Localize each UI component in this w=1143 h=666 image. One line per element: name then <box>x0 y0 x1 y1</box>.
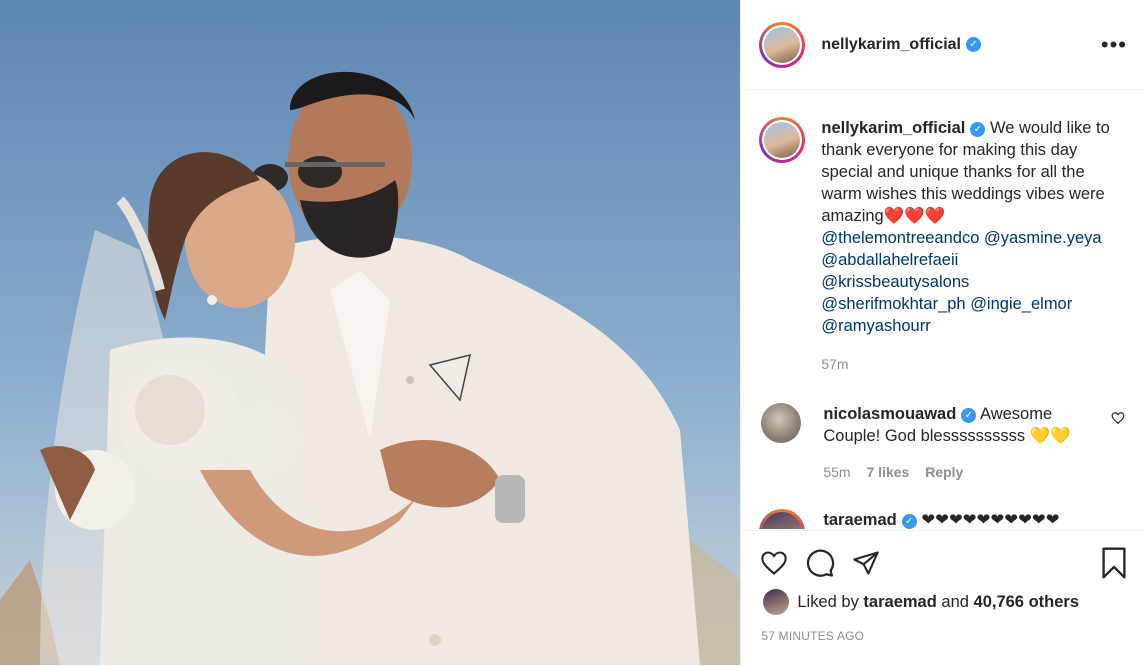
verified-icon: ✓ <box>970 122 986 137</box>
mention-link[interactable]: @krissbeautysalons <box>821 273 969 291</box>
more-icon[interactable]: ••• <box>1101 32 1127 58</box>
caption-username[interactable]: nellykarim_official <box>821 119 965 137</box>
verified-icon: ✓ <box>961 408 977 423</box>
avatar[interactable] <box>759 21 806 68</box>
caption-text-block: nellykarim_official ✓ We would like to th… <box>821 117 1127 375</box>
mention-link[interactable]: @thelemontreeandco <box>821 229 979 247</box>
post-header: nellykarim_official ✓ ••• <box>741 0 1143 90</box>
comment-meta: 55m 7 likes Reply <box>823 461 1093 483</box>
verified-icon: ✓ <box>965 37 981 52</box>
caption: nellykarim_official ✓ We would like to th… <box>741 91 1143 375</box>
mention-link[interactable]: @abdallahelrefaeii <box>821 251 958 269</box>
wedding-photo-illustration <box>0 0 741 665</box>
posted-time[interactable]: 57 MINUTES AGO <box>741 615 1143 643</box>
liked-by-prefix: Liked by <box>797 592 859 611</box>
comment-username[interactable]: nicolasmouawad <box>823 405 956 423</box>
comment-likes[interactable]: 7 likes <box>866 464 909 480</box>
liked-by: Liked by taraemad and 40,766 others <box>741 581 1143 615</box>
mention-link[interactable]: @sherifmokhtar_ph <box>821 295 965 313</box>
comment-time[interactable]: 55m <box>823 464 850 480</box>
caption-avatar[interactable] <box>759 117 806 163</box>
caption-time[interactable]: 57m <box>821 353 1127 375</box>
author-username[interactable]: nellykarim_official <box>821 36 961 54</box>
post-actions: Liked by taraemad and 40,766 others 57 M… <box>741 530 1143 666</box>
liker-avatar[interactable] <box>763 589 790 615</box>
comment-item: taraemad ✓ ❤❤❤❤❤❤❤❤❤❤ <box>741 509 1143 529</box>
comment-item: nicolasmouawad ✓ Awesome Couple! God bles… <box>741 403 1143 483</box>
comment-text-block: taraemad ✓ ❤❤❤❤❤❤❤❤❤❤ <box>823 509 1093 529</box>
heart-icon[interactable] <box>759 549 789 577</box>
reply-button[interactable]: Reply <box>925 464 963 480</box>
comment-username[interactable]: taraemad <box>823 511 896 529</box>
comment-icon[interactable] <box>805 548 835 578</box>
bookmark-icon[interactable] <box>1101 547 1127 579</box>
post-side-panel: nellykarim_official ✓ ••• nellykarim_off… <box>740 0 1143 665</box>
comment-text: ❤❤❤❤❤❤❤❤❤❤ <box>921 511 1060 529</box>
liked-by-others[interactable]: 40,766 others <box>974 593 1079 612</box>
verified-icon: ✓ <box>901 514 917 529</box>
yellow-hearts-emoji: 💛💛 <box>1029 427 1071 445</box>
post-photo[interactable] <box>0 0 741 665</box>
share-icon[interactable] <box>851 549 881 577</box>
commenter-avatar[interactable] <box>759 509 806 529</box>
hearts-emoji: ❤️❤️❤️ <box>883 207 946 225</box>
liked-by-and: and <box>941 592 969 611</box>
instagram-post: nellykarim_official ✓ ••• nellykarim_off… <box>0 0 1143 665</box>
commenter-avatar[interactable] <box>761 403 802 443</box>
mention-link[interactable]: @ingie_elmor <box>970 295 1072 313</box>
comment-text-block: nicolasmouawad ✓ Awesome Couple! God bles… <box>823 403 1093 483</box>
comments-section: nellykarim_official ✓ We would like to th… <box>741 91 1143 529</box>
comment-heart-icon[interactable] <box>1111 411 1125 428</box>
liked-by-user[interactable]: taraemad <box>863 593 936 612</box>
action-icons <box>741 531 1143 581</box>
mention-link[interactable]: @ramyashourr <box>821 317 930 335</box>
mention-link[interactable]: @yasmine.yeya <box>984 229 1102 247</box>
